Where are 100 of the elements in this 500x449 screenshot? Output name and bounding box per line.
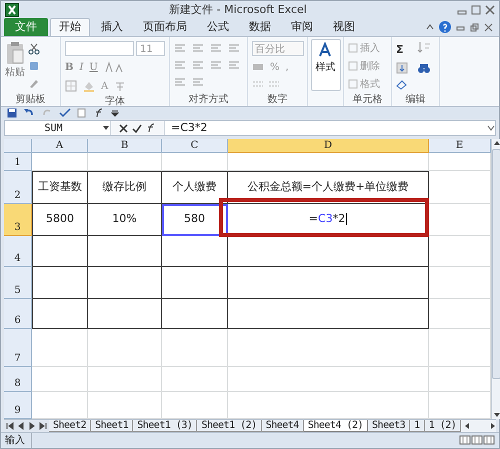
first-sheet-icon[interactable] bbox=[6, 422, 14, 430]
row-header[interactable]: 2 bbox=[4, 170, 32, 204]
sheet-tab[interactable]: Sheet1 (2) bbox=[197, 420, 262, 432]
ribbon-tab[interactable]: 页面布局 bbox=[134, 18, 196, 36]
close-icon[interactable] bbox=[485, 4, 495, 15]
paste-button[interactable]: 粘贴 bbox=[5, 64, 25, 80]
sheet-tab[interactable]: 1 bbox=[410, 420, 425, 432]
align-icon[interactable] bbox=[192, 60, 204, 70]
save-icon[interactable] bbox=[7, 108, 17, 118]
table-cell[interactable] bbox=[228, 266, 429, 299]
function-icon[interactable] bbox=[93, 108, 105, 118]
table-cell[interactable] bbox=[228, 236, 429, 267]
column-header[interactable]: A bbox=[32, 138, 88, 153]
sheet-tab[interactable]: Sheet1 (3) bbox=[133, 420, 198, 432]
formula-cell[interactable]: =C3*2 bbox=[228, 204, 429, 236]
table-cell[interactable]: 个人缴费 bbox=[162, 170, 228, 204]
row-header[interactable]: 9 bbox=[4, 392, 32, 419]
row-header[interactable]: 6 bbox=[4, 298, 32, 329]
align-icon[interactable] bbox=[210, 42, 222, 53]
ribbon-tab[interactable]: 审阅 bbox=[282, 18, 322, 36]
customize-icon[interactable] bbox=[111, 109, 119, 118]
column-header[interactable]: B bbox=[88, 138, 162, 153]
align-icon[interactable] bbox=[174, 60, 186, 70]
scissors-icon[interactable] bbox=[28, 42, 40, 55]
table-cell[interactable] bbox=[32, 298, 88, 329]
align-icon[interactable] bbox=[210, 60, 222, 70]
ribbon-tab[interactable]: 开始 bbox=[50, 18, 90, 36]
ribbon-tab[interactable]: 视图 bbox=[324, 18, 364, 36]
sheet-tab[interactable]: Sheet3 bbox=[368, 420, 410, 432]
table-cell[interactable] bbox=[88, 236, 162, 267]
ribbon-tab[interactable]: 公式 bbox=[198, 18, 238, 36]
name-box[interactable]: SUM bbox=[5, 120, 102, 136]
table-cell[interactable] bbox=[162, 298, 228, 329]
sheet-tab[interactable]: Sheet4 bbox=[262, 420, 304, 432]
table-cell[interactable] bbox=[88, 266, 162, 299]
scroll-right-icon[interactable] bbox=[490, 422, 496, 430]
next-sheet-icon[interactable] bbox=[28, 422, 36, 430]
file-tab[interactable]: 文件 bbox=[4, 18, 48, 36]
fill-down-icon[interactable] bbox=[396, 62, 408, 74]
autosum-button[interactable]: Σ bbox=[396, 40, 414, 59]
caret-icon[interactable] bbox=[426, 23, 434, 32]
sheet-tab[interactable]: Sheet4 (2) bbox=[304, 420, 368, 432]
align-icon[interactable] bbox=[174, 42, 186, 53]
fill-color-icon[interactable] bbox=[83, 80, 95, 92]
column-header[interactable]: E bbox=[429, 138, 491, 153]
row-header[interactable]: 5 bbox=[4, 266, 32, 299]
binoculars-icon[interactable] bbox=[417, 62, 431, 74]
clipboard-icon[interactable] bbox=[5, 40, 25, 65]
restore-icon[interactable] bbox=[470, 22, 479, 32]
styles-button[interactable]: 样式 bbox=[310, 38, 340, 91]
print-preview-icon[interactable] bbox=[77, 108, 87, 118]
phonetic-icon[interactable] bbox=[114, 80, 126, 92]
dropdown-icon[interactable] bbox=[102, 125, 110, 132]
table-cell[interactable]: 580 bbox=[162, 204, 228, 236]
align-icon[interactable] bbox=[192, 42, 204, 53]
row-header[interactable]: 1 bbox=[4, 152, 32, 171]
sort-icon[interactable] bbox=[417, 40, 431, 53]
close-icon[interactable] bbox=[484, 22, 493, 32]
sheet-tab[interactable]: 1 (2) bbox=[424, 420, 462, 432]
ribbon-tab[interactable]: 数据 bbox=[240, 18, 280, 36]
table-cell[interactable] bbox=[162, 236, 228, 267]
border-icon[interactable] bbox=[65, 80, 77, 92]
table-cell[interactable]: 5800 bbox=[32, 204, 88, 236]
maximize-icon[interactable] bbox=[471, 4, 481, 15]
cancel-icon[interactable] bbox=[119, 124, 128, 133]
font-name-field[interactable] bbox=[65, 40, 134, 56]
align-icon[interactable] bbox=[228, 42, 240, 53]
table-cell[interactable] bbox=[88, 298, 162, 329]
table-cell[interactable] bbox=[162, 266, 228, 299]
last-sheet-icon[interactable] bbox=[39, 422, 47, 430]
sheet-tab[interactable]: Sheet2 bbox=[49, 420, 92, 432]
row-header[interactable]: 4 bbox=[4, 236, 32, 267]
table-cell[interactable]: 工资基数 bbox=[32, 170, 88, 204]
eraser-icon[interactable] bbox=[396, 78, 408, 90]
column-header[interactable]: D bbox=[228, 138, 429, 153]
spellcheck-icon[interactable] bbox=[59, 108, 71, 118]
align-icon[interactable] bbox=[192, 77, 204, 88]
help-icon[interactable] bbox=[439, 21, 451, 34]
align-icon[interactable] bbox=[228, 60, 240, 70]
row-header[interactable]: 3 bbox=[4, 204, 32, 236]
scroll-left-icon[interactable] bbox=[464, 422, 470, 430]
sheet-tab[interactable]: Sheet1 bbox=[91, 420, 134, 432]
table-cell[interactable]: 缴存比例 bbox=[88, 170, 162, 204]
scroll-down-icon[interactable] bbox=[492, 410, 500, 419]
table-cell[interactable]: 10% bbox=[88, 204, 162, 236]
column-header[interactable]: C bbox=[162, 138, 228, 153]
expand-icon[interactable] bbox=[487, 125, 495, 132]
row-header[interactable]: 8 bbox=[4, 366, 32, 392]
formula-field[interactable]: =C3*2 bbox=[165, 120, 487, 137]
function-icon[interactable] bbox=[146, 123, 156, 134]
select-all-corner[interactable] bbox=[4, 138, 32, 153]
align-icon[interactable] bbox=[174, 77, 186, 88]
table-cell[interactable]: 公积金总额=个人缴费+单位缴费 bbox=[228, 170, 429, 204]
check-icon[interactable] bbox=[132, 124, 142, 133]
table-cell[interactable] bbox=[228, 298, 429, 329]
row-header[interactable]: 7 bbox=[4, 328, 32, 367]
table-cell[interactable] bbox=[32, 266, 88, 299]
ribbon-tab[interactable]: 插入 bbox=[92, 18, 132, 36]
previous-sheet-icon[interactable] bbox=[17, 422, 25, 430]
table-cell[interactable] bbox=[32, 236, 88, 267]
